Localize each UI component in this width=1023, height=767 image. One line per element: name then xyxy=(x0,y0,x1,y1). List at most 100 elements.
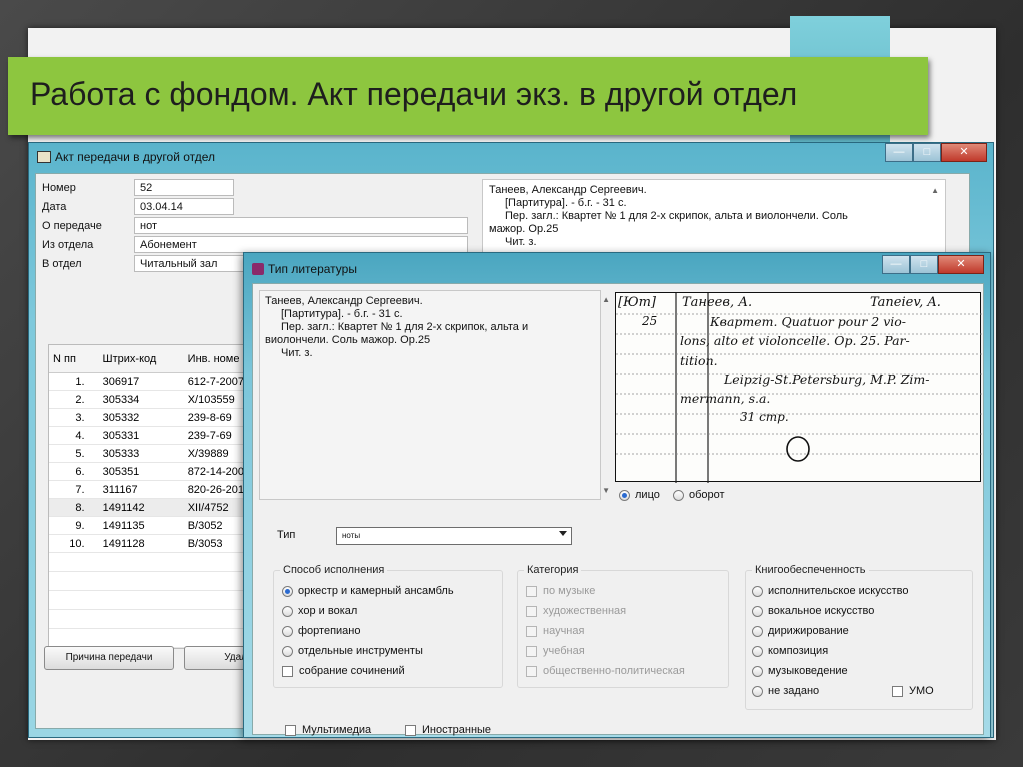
category-option[interactable]: учебная xyxy=(526,645,585,657)
number-input[interactable]: 52 xyxy=(134,179,234,196)
checkbox[interactable] xyxy=(526,645,537,657)
collected-works-checkbox[interactable]: собрание сочинений xyxy=(282,665,405,677)
biblio-line: Чит. з. xyxy=(281,347,313,359)
category-option[interactable]: научная xyxy=(526,625,584,637)
provision-option[interactable]: композиция xyxy=(752,645,828,657)
option-label: учебная xyxy=(543,645,585,657)
table-row[interactable]: 2. 305334 X/103559 xyxy=(49,391,247,409)
foreign-checkbox[interactable]: Иностранные xyxy=(405,724,491,736)
cell-number: 3. xyxy=(75,411,85,424)
type-select-value: ноты xyxy=(342,531,361,540)
performance-option[interactable]: отдельные инструменты xyxy=(282,645,423,657)
radio-button[interactable] xyxy=(282,605,293,617)
column-header-barcode[interactable]: Штрих-код xyxy=(95,353,182,365)
minimize-button[interactable]: — xyxy=(885,143,913,162)
checkbox[interactable] xyxy=(526,605,537,617)
maximize-button[interactable]: □ xyxy=(913,143,941,162)
radio-button[interactable] xyxy=(752,685,763,697)
card-back-radio[interactable]: оборот xyxy=(673,489,725,501)
card-text: tition. xyxy=(680,353,718,368)
performance-option[interactable]: хор и вокал xyxy=(282,605,357,617)
multimedia-checkbox[interactable]: Мультимедиа xyxy=(285,724,371,736)
table-header: N пп Штрих-код Инв. номе xyxy=(49,345,247,373)
checkbox[interactable] xyxy=(285,724,296,736)
category-option[interactable]: общественно-политическая xyxy=(526,665,685,677)
transfer-reason-button[interactable]: Причина передачи xyxy=(44,646,174,670)
radio-button[interactable] xyxy=(752,605,763,617)
maximize-button[interactable]: □ xyxy=(910,255,938,274)
radio-button[interactable] xyxy=(752,645,763,657)
table-row[interactable]: 10. 1491128 B/3053 xyxy=(49,535,247,553)
cell-inventory: 612-7-2007 xyxy=(187,375,244,388)
option-label: общественно-политическая xyxy=(543,665,685,677)
copies-table: N пп Штрих-код Инв. номе 1. 306917 612-7-2… xyxy=(48,344,248,649)
chevron-down-icon[interactable] xyxy=(559,531,567,536)
checkbox[interactable] xyxy=(526,665,537,677)
checkbox[interactable] xyxy=(282,665,293,677)
cell-number: 1. xyxy=(75,375,85,388)
checkbox[interactable] xyxy=(526,625,537,637)
from-dept-input[interactable]: Абонемент xyxy=(134,236,468,253)
radio-button[interactable] xyxy=(282,585,293,597)
field-label: Из отдела xyxy=(42,239,94,251)
window-title: Акт передачи в другой отдел xyxy=(37,150,215,164)
app-icon xyxy=(252,263,264,275)
table-row[interactable]: 1. 306917 612-7-2007 xyxy=(49,373,247,391)
checkbox[interactable] xyxy=(405,724,416,736)
provision-option[interactable]: вокальное искусство xyxy=(752,605,874,617)
provision-option[interactable]: дирижирование xyxy=(752,625,849,637)
option-label: фортепиано xyxy=(298,625,361,637)
category-option[interactable]: художественная xyxy=(526,605,626,617)
scroll-up-icon[interactable]: ▲ xyxy=(602,293,610,306)
window-titlebar: Акт передачи в другой отдел — □ ✕ xyxy=(29,143,993,173)
radio-button[interactable] xyxy=(282,645,293,657)
cell-barcode: 305333 xyxy=(102,447,140,460)
radio-button[interactable] xyxy=(752,665,763,677)
checkbox[interactable] xyxy=(526,585,537,597)
minimize-button[interactable]: — xyxy=(882,255,910,274)
date-input[interactable]: 03.04.14 xyxy=(134,198,234,215)
cell-inventory: 239-8-69 xyxy=(187,411,232,424)
group-title: Категория xyxy=(524,564,582,576)
table-row[interactable]: 5. 305333 X/39889 xyxy=(49,445,247,463)
umo-checkbox[interactable]: УМО xyxy=(892,685,934,697)
about-input[interactable]: нот xyxy=(134,217,468,234)
option-label: оркестр и камерный ансамбль xyxy=(298,585,454,597)
table-row[interactable]: 7. 311167 820-26-201 xyxy=(49,481,247,499)
option-label: музыковедение xyxy=(768,665,848,677)
card-front-radio[interactable]: лицо xyxy=(619,489,660,501)
checkbox[interactable] xyxy=(892,685,903,697)
radio-button[interactable] xyxy=(282,625,293,637)
radio-button[interactable] xyxy=(673,489,684,501)
cell-number: 8. xyxy=(75,501,85,514)
column-header-inventory[interactable]: Инв. номе xyxy=(182,353,247,365)
provision-option[interactable]: не задано xyxy=(752,685,819,697)
provision-option[interactable]: музыковедение xyxy=(752,665,848,677)
category-option[interactable]: по музыке xyxy=(526,585,595,597)
biblio-line: [Партитура]. - б.г. - 31 с. xyxy=(281,308,403,320)
cell-barcode: 1491128 xyxy=(102,537,145,550)
performance-option[interactable]: фортепиано xyxy=(282,625,361,637)
column-header-number[interactable]: N пп xyxy=(49,353,95,365)
scroll-down-icon[interactable]: ▼ xyxy=(602,484,610,497)
radio-button[interactable] xyxy=(619,489,630,501)
field-label: Дата xyxy=(42,201,67,213)
table-row-selected[interactable]: 8. 1491142 XII/4752 xyxy=(49,499,247,517)
option-label: УМО xyxy=(909,685,934,697)
table-row[interactable]: 6. 305351 872-14-200 xyxy=(49,463,247,481)
radio-button[interactable] xyxy=(752,625,763,637)
close-button[interactable]: ✕ xyxy=(938,255,984,274)
type-label: Тип xyxy=(277,529,295,541)
performance-option[interactable]: оркестр и камерный ансамбль xyxy=(282,585,454,597)
table-row[interactable]: 4. 305331 239-7-69 xyxy=(49,427,247,445)
type-select[interactable]: ноты xyxy=(336,527,572,545)
field-label: О передаче xyxy=(42,220,102,232)
close-button[interactable]: ✕ xyxy=(941,143,987,162)
scroll-up-icon[interactable]: ▲ xyxy=(931,184,939,197)
dialog-title: Тип литературы xyxy=(252,262,357,276)
radio-button[interactable] xyxy=(752,585,763,597)
bibliographic-record: Танеев, Александр Сергеевич. [Партитура]… xyxy=(482,179,946,253)
provision-option[interactable]: исполнительское искусство xyxy=(752,585,909,597)
table-row[interactable]: 9. 1491135 B/3052 xyxy=(49,517,247,535)
table-row[interactable]: 3. 305332 239-8-69 xyxy=(49,409,247,427)
